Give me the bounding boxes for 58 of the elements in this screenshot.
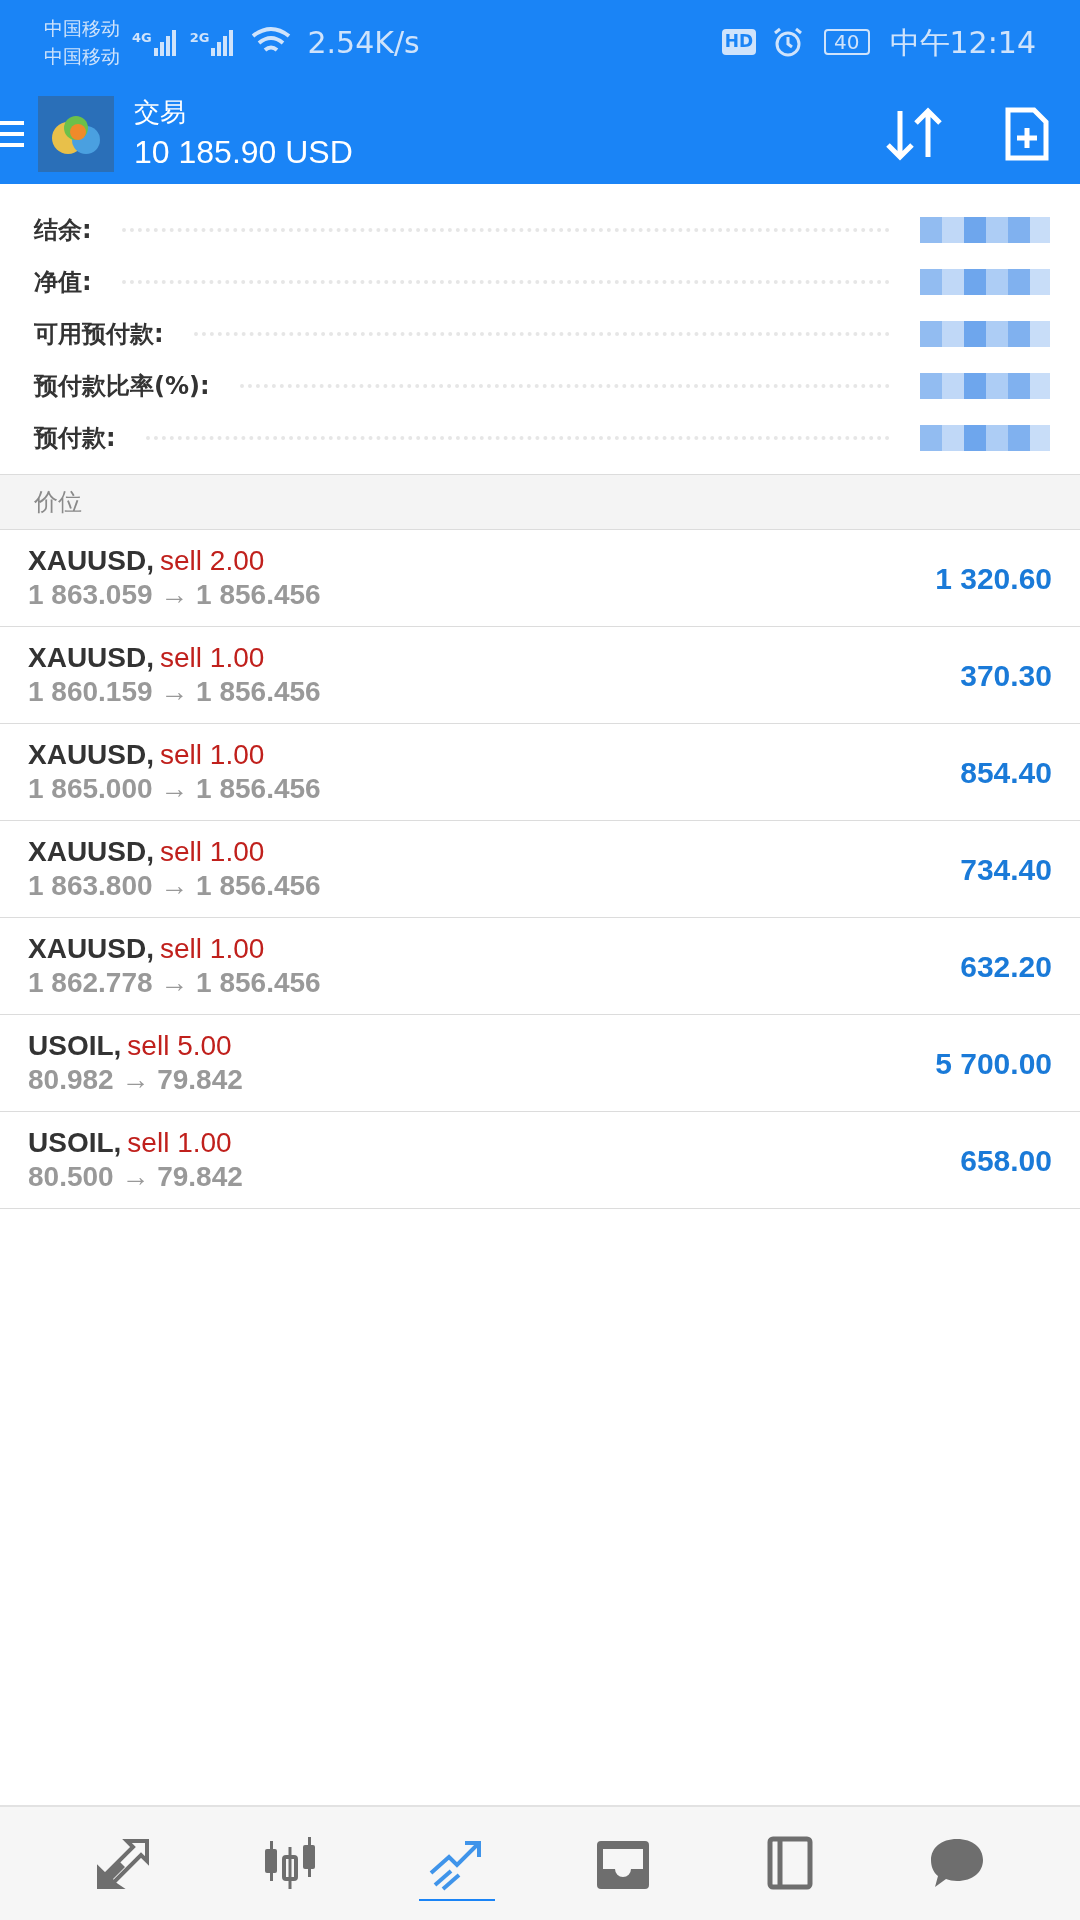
order-side: sell 1.00 <box>127 1126 232 1160</box>
symbol: XAUUSD, <box>28 641 154 675</box>
new-order-icon[interactable] <box>1004 106 1050 162</box>
position-row[interactable]: XAUUSD, sell 1.00 1 860.159 → 1 856.456 370.30 <box>0 627 1080 724</box>
account-label: 可用预付款: <box>34 319 164 350</box>
order-side: sell 1.00 <box>160 932 265 966</box>
price-change: 1 862.778 → 1 856.456 <box>28 966 322 1000</box>
signal-icon <box>211 28 236 56</box>
symbol: USOIL, <box>28 1029 122 1063</box>
symbol: XAUUSD, <box>28 835 154 869</box>
position-row[interactable]: XAUUSD, sell 1.00 1 863.800 → 1 856.456 734.40 <box>0 821 1080 918</box>
menu-icon[interactable] <box>0 119 24 149</box>
position-row[interactable]: USOIL, sell 5.00 80.982 → 79.842 5 700.00 <box>0 1015 1080 1112</box>
carrier-name: 中国移动 <box>44 44 120 69</box>
profit-value: 854.40 <box>960 754 1052 791</box>
profit-value: 632.20 <box>960 948 1052 985</box>
profit-value: 370.30 <box>960 657 1052 694</box>
position-row[interactable]: XAUUSD, sell 1.00 1 865.000 → 1 856.456 854.40 <box>0 724 1080 821</box>
order-side: sell 1.00 <box>160 641 265 675</box>
order-side: sell 2.00 <box>160 544 265 578</box>
symbol: XAUUSD, <box>28 544 154 578</box>
account-balance: 10 185.90 USD <box>134 133 353 172</box>
clock: 中午12:14 <box>889 23 1036 62</box>
price-change: 1 865.000 → 1 856.456 <box>28 772 322 806</box>
profit-value: 734.40 <box>960 851 1052 888</box>
profit-value: 1 320.60 <box>935 560 1052 597</box>
position-row[interactable]: USOIL, sell 1.00 80.500 → 79.842 658.00 <box>0 1112 1080 1209</box>
network-speed: 2.54K/s <box>307 23 420 62</box>
section-header: 价位 <box>34 487 82 518</box>
network-type: 4G <box>132 29 152 47</box>
price-change: 80.500 → 79.842 <box>28 1160 244 1194</box>
profit-value: 658.00 <box>960 1142 1052 1179</box>
position-row[interactable]: XAUUSD, sell 1.00 1 862.778 → 1 856.456 632.20 <box>0 918 1080 1015</box>
account-label: 结余: <box>34 215 92 246</box>
symbol: USOIL, <box>28 1126 122 1160</box>
network-type: 2G <box>189 29 210 47</box>
price-change: 80.982 → 79.842 <box>28 1063 244 1097</box>
app-logo-icon <box>38 96 114 172</box>
price-change: 1 863.059 → 1 856.456 <box>28 578 322 612</box>
order-side: sell 1.00 <box>160 738 265 772</box>
account-label: 预付款比率(%): <box>34 371 210 402</box>
symbol: XAUUSD, <box>28 932 154 966</box>
signal-icon <box>153 28 178 56</box>
price-change: 1 860.159 → 1 856.456 <box>28 675 322 709</box>
account-label: 预付款: <box>34 423 116 454</box>
order-side: sell 1.00 <box>160 835 265 869</box>
price-change: 1 863.800 → 1 856.456 <box>28 869 322 903</box>
battery-level: 40 <box>824 29 870 55</box>
hd-badge: HD <box>721 29 757 55</box>
screen-title: 交易 <box>134 96 187 129</box>
order-side: sell 5.00 <box>127 1029 232 1063</box>
symbol: XAUUSD, <box>28 738 154 772</box>
account-label: 净值: <box>34 267 92 298</box>
carrier-name: 中国移动 <box>44 16 120 41</box>
sort-icon[interactable] <box>884 107 944 161</box>
position-row[interactable]: XAUUSD, sell 2.00 1 863.059 → 1 856.456 1 320.60 <box>0 530 1080 627</box>
alarm-icon <box>772 26 805 58</box>
profit-value: 5 700.00 <box>935 1045 1052 1082</box>
